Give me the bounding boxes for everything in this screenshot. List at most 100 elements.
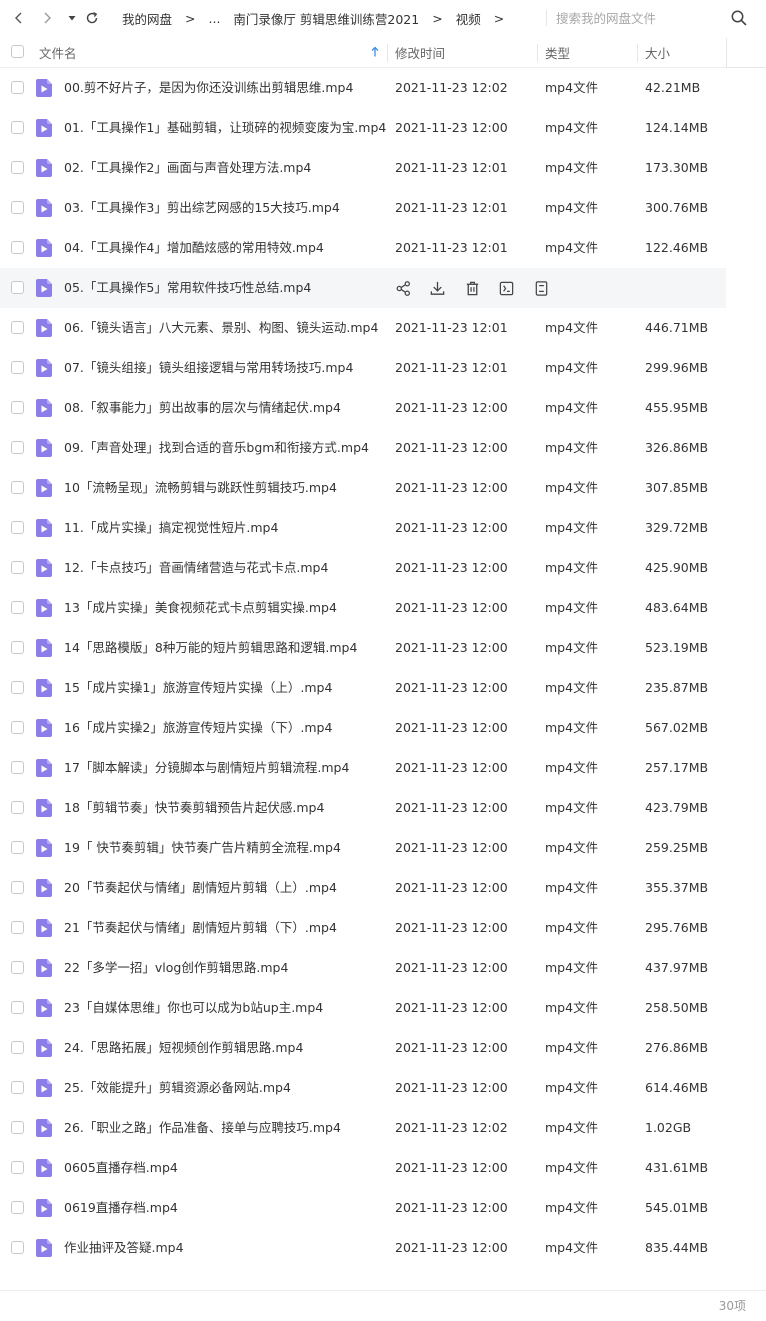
delete-button[interactable] (462, 278, 482, 298)
row-checkbox[interactable] (11, 161, 24, 174)
file-name[interactable]: 05.「工具操作5」常用软件技巧性总结.mp4 (64, 268, 386, 308)
column-header-name[interactable]: 文件名 (39, 36, 77, 68)
file-row[interactable]: 07.「镜头组接」镜头组接逻辑与常用转场技巧.mp4 2021-11-23 12… (0, 348, 726, 388)
breadcrumb-item-ellipsis[interactable]: ... (209, 11, 221, 26)
file-name[interactable]: 07.「镜头组接」镜头组接逻辑与常用转场技巧.mp4 (64, 348, 386, 388)
row-checkbox[interactable] (11, 1201, 24, 1214)
row-checkbox[interactable] (11, 841, 24, 854)
row-checkbox[interactable] (11, 921, 24, 934)
file-name[interactable]: 21「节奏起伏与情绪」剧情短片剪辑（下）.mp4 (64, 908, 386, 948)
back-button[interactable] (8, 6, 30, 30)
column-divider[interactable] (387, 44, 388, 62)
file-name[interactable]: 10「流畅呈现」流畅剪辑与跳跃性剪辑技巧.mp4 (64, 468, 386, 508)
row-checkbox[interactable] (11, 81, 24, 94)
file-row[interactable]: 0619直播存档.mp4 2021-11-23 12:00 mp4文件 545.… (0, 1188, 726, 1228)
search-icon[interactable] (730, 9, 748, 27)
file-row[interactable]: 02.「工具操作2」画面与声音处理方法.mp4 2021-11-23 12:01… (0, 148, 726, 188)
share-button[interactable] (393, 278, 413, 298)
file-row[interactable]: 12.「卡点技巧」音画情绪营造与花式卡点.mp4 2021-11-23 12:0… (0, 548, 726, 588)
file-name[interactable]: 08.「叙事能力」剪出故事的层次与情绪起伏.mp4 (64, 388, 386, 428)
row-checkbox[interactable] (11, 681, 24, 694)
file-row[interactable]: 18「剪辑节奏」快节奏剪辑预告片起伏感.mp4 2021-11-23 12:00… (0, 788, 726, 828)
file-row[interactable]: 21「节奏起伏与情绪」剧情短片剪辑（下）.mp4 2021-11-23 12:0… (0, 908, 726, 948)
file-row[interactable]: 23「自媒体思维」你也可以成为b站up主.mp4 2021-11-23 12:0… (0, 988, 726, 1028)
file-row[interactable]: 11.「成片实操」搞定视觉性短片.mp4 2021-11-23 12:00 mp… (0, 508, 726, 548)
file-name[interactable]: 11.「成片实操」搞定视觉性短片.mp4 (64, 508, 386, 548)
file-name[interactable]: 15「成片实操1」旅游宣传短片实操（上）.mp4 (64, 668, 386, 708)
file-row[interactable]: 03.「工具操作3」剪出综艺网感的15大技巧.mp4 2021-11-23 12… (0, 188, 726, 228)
file-name[interactable]: 22「多学一招」vlog创作剪辑思路.mp4 (64, 948, 386, 988)
row-checkbox[interactable] (11, 321, 24, 334)
file-row[interactable]: 22「多学一招」vlog创作剪辑思路.mp4 2021-11-23 12:00 … (0, 948, 726, 988)
select-all-checkbox[interactable] (11, 45, 24, 58)
file-name[interactable]: 12.「卡点技巧」音画情绪营造与花式卡点.mp4 (64, 548, 386, 588)
row-checkbox[interactable] (11, 361, 24, 374)
column-header-type[interactable]: 类型 (545, 36, 570, 68)
file-row[interactable]: 09.「声音处理」找到合适的音乐bgm和衔接方式.mp4 2021-11-23 … (0, 428, 726, 468)
row-checkbox[interactable] (11, 1001, 24, 1014)
row-checkbox[interactable] (11, 1081, 24, 1094)
row-checkbox[interactable] (11, 601, 24, 614)
file-name[interactable]: 0619直播存档.mp4 (64, 1188, 386, 1228)
file-name[interactable]: 16「成片实操2」旅游宣传短片实操（下）.mp4 (64, 708, 386, 748)
file-row[interactable]: 14「思路模版」8种万能的短片剪辑思路和逻辑.mp4 2021-11-23 12… (0, 628, 726, 668)
file-row[interactable]: 0605直播存档.mp4 2021-11-23 12:00 mp4文件 431.… (0, 1148, 726, 1188)
row-checkbox[interactable] (11, 1121, 24, 1134)
row-checkbox[interactable] (11, 481, 24, 494)
sort-ascending-icon[interactable] (369, 46, 381, 58)
file-name[interactable]: 20「节奏起伏与情绪」剧情短片剪辑（上）.mp4 (64, 868, 386, 908)
file-name[interactable]: 24.「思路拓展」短视频创作剪辑思路.mp4 (64, 1028, 386, 1068)
history-dropdown-button[interactable] (61, 6, 83, 30)
file-name[interactable]: 0605直播存档.mp4 (64, 1148, 386, 1188)
breadcrumb-item-current[interactable]: 视频 (456, 9, 481, 28)
row-checkbox[interactable] (11, 281, 24, 294)
column-divider[interactable] (537, 44, 538, 62)
file-name[interactable]: 06.「镜头语言」八大元素、景别、构图、镜头运动.mp4 (64, 308, 386, 348)
file-row[interactable]: 20「节奏起伏与情绪」剧情短片剪辑（上）.mp4 2021-11-23 12:0… (0, 868, 726, 908)
file-name[interactable]: 00.剪不好片子，是因为你还没训练出剪辑思维.mp4 (64, 68, 386, 108)
file-name[interactable]: 03.「工具操作3」剪出综艺网感的15大技巧.mp4 (64, 188, 386, 228)
row-checkbox[interactable] (11, 241, 24, 254)
breadcrumb-item-folder[interactable]: 南门录像厅 剪辑思维训练营2021 (233, 9, 419, 28)
file-name[interactable]: 02.「工具操作2」画面与声音处理方法.mp4 (64, 148, 386, 188)
file-row[interactable]: 08.「叙事能力」剪出故事的层次与情绪起伏.mp4 2021-11-23 12:… (0, 388, 726, 428)
file-row[interactable]: 01.「工具操作1」基础剪辑，让琐碎的视频变废为宝.mp4 2021-11-23… (0, 108, 726, 148)
row-checkbox[interactable] (11, 881, 24, 894)
file-name[interactable]: 04.「工具操作4」增加酷炫感的常用特效.mp4 (64, 228, 386, 268)
row-checkbox[interactable] (11, 401, 24, 414)
column-header-modified[interactable]: 修改时间 (395, 36, 445, 68)
row-checkbox[interactable] (11, 1161, 24, 1174)
file-row[interactable]: 15「成片实操1」旅游宣传短片实操（上）.mp4 2021-11-23 12:0… (0, 668, 726, 708)
row-checkbox[interactable] (11, 761, 24, 774)
file-row[interactable]: 作业抽评及答疑.mp4 2021-11-23 12:00 mp4文件 835.4… (0, 1228, 726, 1268)
file-row[interactable]: 10「流畅呈现」流畅剪辑与跳跃性剪辑技巧.mp4 2021-11-23 12:0… (0, 468, 726, 508)
file-row[interactable]: 24.「思路拓展」短视频创作剪辑思路.mp4 2021-11-23 12:00 … (0, 1028, 726, 1068)
file-name[interactable]: 09.「声音处理」找到合适的音乐bgm和衔接方式.mp4 (64, 428, 386, 468)
search-input[interactable] (556, 6, 726, 30)
column-divider[interactable] (637, 44, 638, 62)
row-checkbox[interactable] (11, 641, 24, 654)
row-checkbox[interactable] (11, 1041, 24, 1054)
file-name[interactable]: 25.「效能提升」剪辑资源必备网站.mp4 (64, 1068, 386, 1108)
row-checkbox[interactable] (11, 201, 24, 214)
row-checkbox[interactable] (11, 721, 24, 734)
refresh-button[interactable] (81, 6, 103, 30)
column-header-size[interactable]: 大小 (645, 36, 670, 68)
row-checkbox[interactable] (11, 801, 24, 814)
row-checkbox[interactable] (11, 121, 24, 134)
file-row[interactable]: 26.「职业之路」作品准备、接单与应聘技巧.mp4 2021-11-23 12:… (0, 1108, 726, 1148)
file-row[interactable]: 06.「镜头语言」八大元素、景别、构图、镜头运动.mp4 2021-11-23 … (0, 308, 726, 348)
breadcrumb-item-root[interactable]: 我的网盘 (122, 9, 172, 28)
row-checkbox[interactable] (11, 521, 24, 534)
file-name[interactable]: 17「脚本解读」分镜脚本与剧情短片剪辑流程.mp4 (64, 748, 386, 788)
file-name[interactable]: 23「自媒体思维」你也可以成为b站up主.mp4 (64, 988, 386, 1028)
file-row[interactable]: 04.「工具操作4」增加酷炫感的常用特效.mp4 2021-11-23 12:0… (0, 228, 726, 268)
download-button[interactable] (428, 278, 448, 298)
file-row[interactable]: 16「成片实操2」旅游宣传短片实操（下）.mp4 2021-11-23 12:0… (0, 708, 726, 748)
file-name[interactable]: 14「思路模版」8种万能的短片剪辑思路和逻辑.mp4 (64, 628, 386, 668)
rename-button[interactable] (497, 278, 517, 298)
row-checkbox[interactable] (11, 561, 24, 574)
row-checkbox[interactable] (11, 1241, 24, 1254)
file-row[interactable]: 19「 快节奏剪辑」快节奏广告片精剪全流程.mp4 2021-11-23 12:… (0, 828, 726, 868)
file-name[interactable]: 19「 快节奏剪辑」快节奏广告片精剪全流程.mp4 (64, 828, 386, 868)
